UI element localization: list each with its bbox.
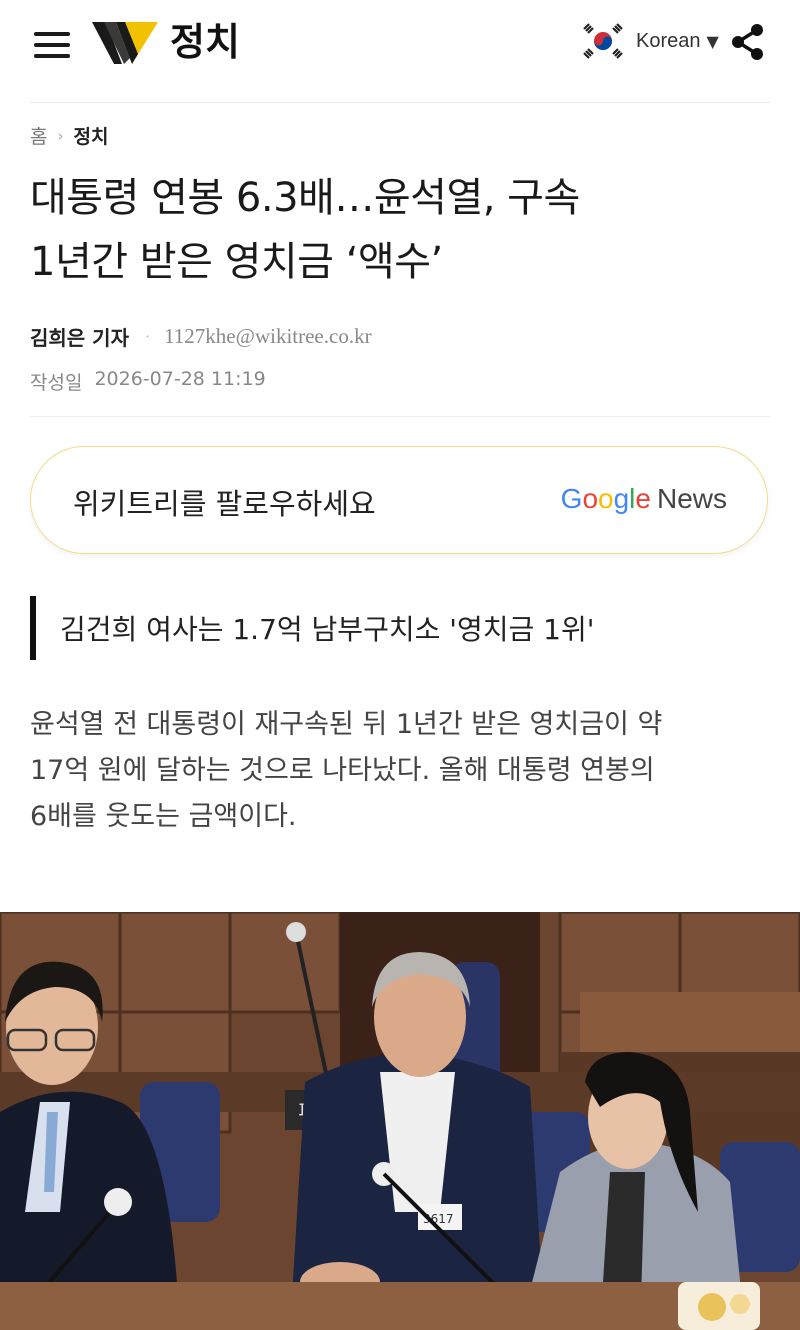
title-line-2: 1년간 받은 영치금 ‘액수’	[30, 239, 443, 285]
hamburger-menu-button[interactable]	[34, 28, 72, 58]
google-wordmark: Google	[560, 483, 651, 514]
follow-text: 위키트리를 팔로우하세요	[73, 487, 376, 521]
body-line-3: 6배를 웃도는 금액이다.	[30, 801, 297, 832]
chevron-right-icon: ›	[57, 126, 64, 145]
author-name[interactable]: 김희은 기자	[30, 322, 129, 351]
share-icon[interactable]	[728, 22, 768, 62]
article-title: 대통령 연봉 6.3배…윤석열, 구속 1년간 받은 영치금 ‘액수’	[30, 166, 770, 294]
menu-line	[34, 43, 70, 47]
menu-line	[34, 54, 70, 58]
breadcrumb: 홈 › 정치	[30, 122, 108, 149]
google-news-follow-button[interactable]: 위키트리를 팔로우하세요 Google News	[30, 446, 768, 554]
google-news-logo: Google News	[561, 483, 727, 515]
caret-down-icon: ▼	[706, 31, 719, 51]
body-line-2: 17억 원에 달하는 것으로 나타났다. 올해 대통령 연봉의	[30, 755, 655, 786]
article-subheadline: 김건희 여사는 1.7억 남부구치소 '영치금 1위'	[30, 596, 594, 660]
korea-flag-icon	[583, 23, 623, 59]
top-bar: 정치 Korean ▼	[0, 0, 800, 102]
menu-line	[34, 32, 70, 36]
language-selector[interactable]: Korean ▼	[580, 20, 719, 62]
author-email[interactable]: 1127khe@wikitree.co.kr	[164, 324, 372, 349]
section-title[interactable]: 정치	[170, 18, 240, 66]
breadcrumb-home[interactable]: 홈	[30, 122, 47, 149]
language-label: Korean	[636, 29, 701, 52]
news-label: News	[656, 483, 727, 514]
article-lead-paragraph: 윤석열 전 대통령이 재구속된 뒤 1년간 받은 영치금이 약 17억 원에 달…	[30, 702, 772, 840]
publish-date: 작성일 2026-07-28 11:19	[30, 368, 266, 395]
separator-dot: ·	[144, 327, 151, 346]
date-label: 작성일	[30, 372, 83, 394]
article-photo[interactable]: 피고 3617	[0, 912, 800, 1330]
title-line-1: 대통령 연봉 6.3배…윤석열, 구속	[30, 175, 580, 221]
breadcrumb-category[interactable]: 정치	[73, 122, 108, 149]
body-line-1: 윤석열 전 대통령이 재구속된 뒤 1년간 받은 영치금이 약	[30, 709, 663, 740]
wikitree-logo[interactable]	[92, 18, 160, 68]
header-divider	[30, 102, 770, 103]
courtroom-photo-illustration: 피고 3617	[0, 912, 800, 1330]
date-value: 2026-07-28 11:19	[94, 368, 266, 390]
byline-divider	[30, 416, 770, 417]
byline: 김희은 기자 · 1127khe@wikitree.co.kr	[30, 322, 372, 351]
